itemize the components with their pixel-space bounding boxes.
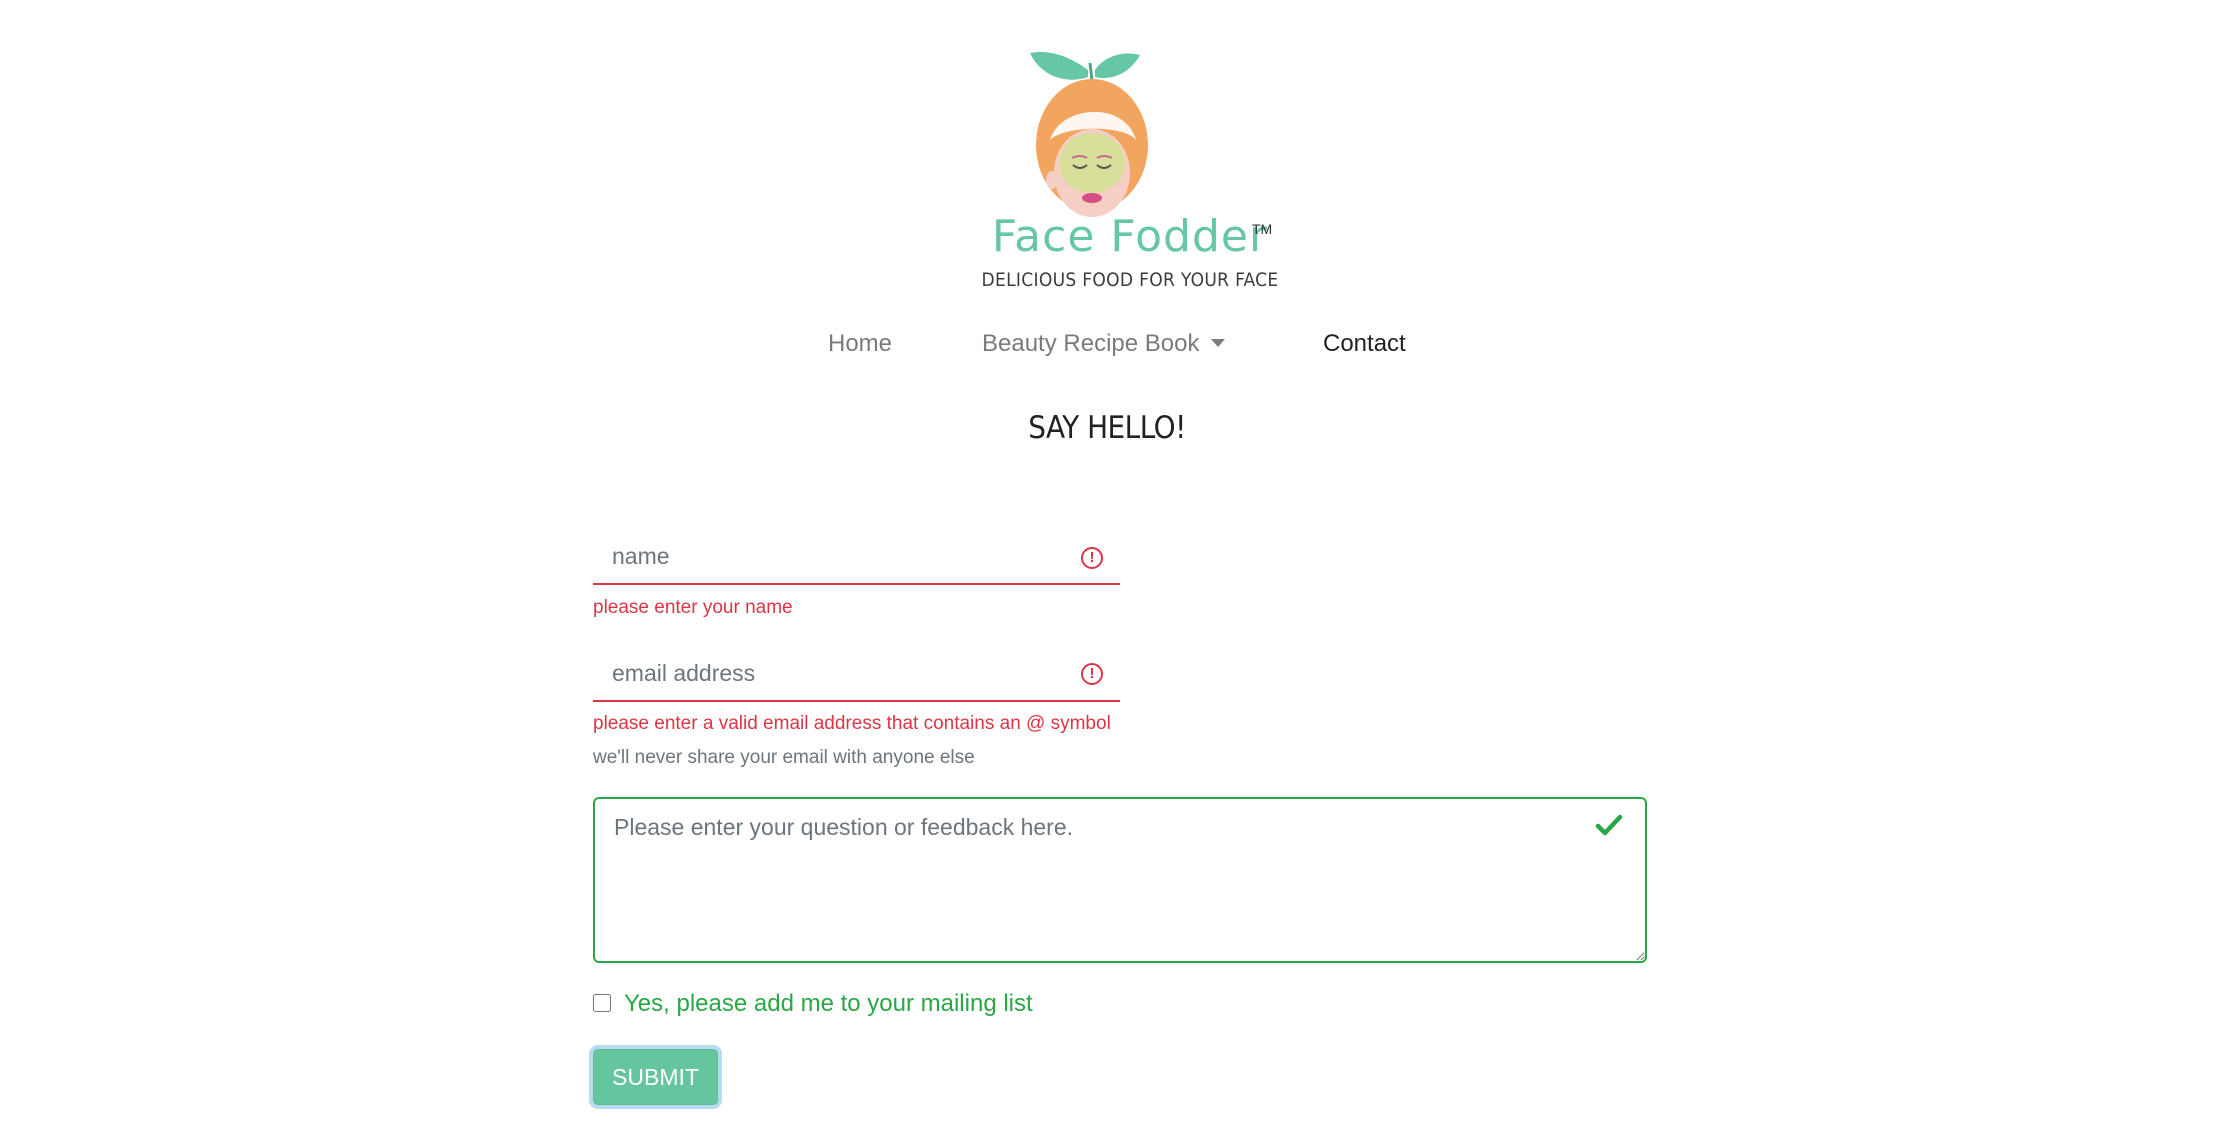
check-icon [1595, 814, 1623, 836]
name-input[interactable] [593, 530, 1120, 585]
logo-graphic [1030, 51, 1148, 217]
email-input[interactable] [593, 647, 1120, 702]
page-title: SAY HELLO! [1028, 410, 1186, 446]
brand-name: Face Fodder [991, 211, 1269, 262]
name-error-message: please enter your name [593, 597, 793, 618]
nav-home-link[interactable]: Home [828, 326, 892, 362]
caret-down-icon [1211, 338, 1226, 347]
message-field [593, 797, 1647, 963]
brand-tagline: DELICIOUS FOOD FOR YOUR FACE [981, 269, 1279, 291]
email-help-text: we'll never share your email with anyone… [593, 747, 975, 768]
mailing-list-label[interactable]: Yes, please add me to your mailing list [624, 990, 1033, 1018]
message-textarea[interactable] [593, 797, 1647, 963]
email-error-message: please enter a valid email address that … [593, 713, 1111, 734]
nav-beauty-recipe-book-dropdown[interactable]: Beauty Recipe Book [982, 326, 1226, 362]
mailing-list-checkbox[interactable] [593, 994, 611, 1012]
nav-contact-label: Contact [1323, 330, 1406, 357]
main-nav: Home Beauty Recipe Book Contact [0, 326, 2214, 366]
submit-button[interactable]: SUBMIT [593, 1049, 718, 1105]
nav-home-label: Home [828, 330, 893, 357]
nav-contact-link[interactable]: Contact [1323, 326, 1406, 362]
name-error-icon: ! [1081, 547, 1103, 569]
trademark-mark: TM [1252, 221, 1273, 237]
email-error-icon: ! [1081, 663, 1103, 685]
brand-logo[interactable]: Face Fodder TM DELICIOUS FOOD FOR YOUR F… [980, 45, 1280, 305]
nav-beauty-recipe-book-label: Beauty Recipe Book [982, 330, 1200, 357]
